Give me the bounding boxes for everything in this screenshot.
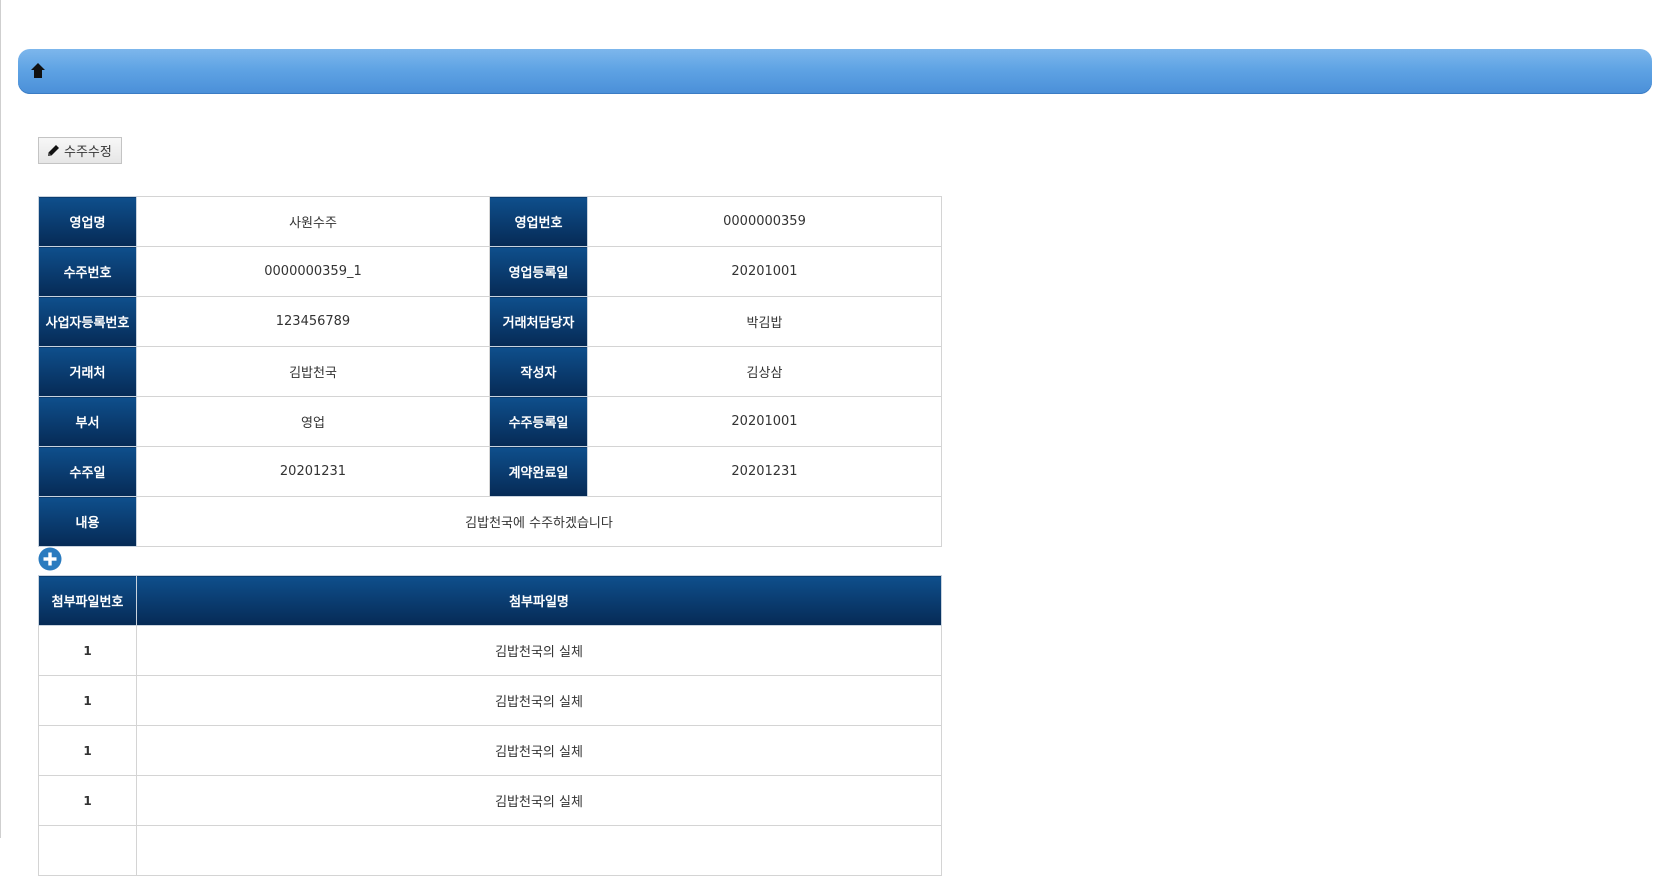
info-label: 영업번호: [489, 196, 588, 247]
info-row: 영업명 사원수주 영업번호 0000000359: [38, 196, 942, 247]
info-label: 수주일: [38, 446, 137, 497]
file-number: 1: [38, 625, 137, 676]
info-row: 수주일 20201231 계약완료일 20201231: [38, 446, 942, 497]
file-name[interactable]: [136, 825, 942, 876]
info-value: 김상삼: [587, 346, 942, 397]
page-left-border: [0, 0, 1, 838]
info-value: 20201001: [587, 396, 942, 447]
info-value: 123456789: [136, 296, 490, 347]
table-row[interactable]: 1 김밥천국의 실체: [38, 725, 942, 776]
edit-order-label: 수주수정: [64, 145, 112, 160]
info-row: 거래처 김밥천국 작성자 김상삼: [38, 346, 942, 397]
top-navigation-bar: [18, 49, 1652, 94]
file-number: 1: [38, 725, 137, 776]
info-label: 사업자등록번호: [38, 296, 137, 347]
pencil-icon: [47, 144, 60, 157]
column-header-file-number: 첨부파일번호: [38, 575, 137, 626]
file-name[interactable]: 김밥천국의 실체: [136, 675, 942, 726]
info-value: 20201231: [136, 446, 490, 497]
info-value: 20201001: [587, 246, 942, 297]
info-label: 부서: [38, 396, 137, 447]
info-label: 작성자: [489, 346, 588, 397]
column-header-file-name: 첨부파일명: [136, 575, 942, 626]
home-icon[interactable]: [30, 62, 46, 80]
info-label: 거래처: [38, 346, 137, 397]
file-number: 1: [38, 675, 137, 726]
order-info-table: 영업명 사원수주 영업번호 0000000359 수주번호 0000000359…: [38, 196, 942, 547]
table-row[interactable]: 1 김밥천국의 실체: [38, 675, 942, 726]
info-value: 0000000359_1: [136, 246, 490, 297]
content-label: 내용: [38, 496, 137, 547]
table-row[interactable]: 1 김밥천국의 실체: [38, 625, 942, 676]
info-value: 영업: [136, 396, 490, 447]
content-value: 김밥천국에 수주하겠습니다: [136, 496, 942, 547]
file-name[interactable]: 김밥천국의 실체: [136, 625, 942, 676]
table-row[interactable]: [38, 825, 942, 876]
info-label: 거래처담당자: [489, 296, 588, 347]
info-row-content: 내용 김밥천국에 수주하겠습니다: [38, 496, 942, 547]
plus-circle-icon[interactable]: [38, 547, 62, 571]
info-value: 0000000359: [587, 196, 942, 247]
file-name[interactable]: 김밥천국의 실체: [136, 775, 942, 826]
file-number: 1: [38, 775, 137, 826]
info-value: 사원수주: [136, 196, 490, 247]
info-label: 수주등록일: [489, 396, 588, 447]
table-row[interactable]: 1 김밥천국의 실체: [38, 775, 942, 826]
info-row: 사업자등록번호 123456789 거래처담당자 박김밥: [38, 296, 942, 347]
info-label: 영업등록일: [489, 246, 588, 297]
file-name[interactable]: 김밥천국의 실체: [136, 725, 942, 776]
info-label: 영업명: [38, 196, 137, 247]
info-label: 계약완료일: [489, 446, 588, 497]
file-number: [38, 825, 137, 876]
info-row: 수주번호 0000000359_1 영업등록일 20201001: [38, 246, 942, 297]
attachment-header-row: 첨부파일번호 첨부파일명: [38, 575, 942, 626]
info-value: 김밥천국: [136, 346, 490, 397]
info-value: 20201231: [587, 446, 942, 497]
edit-order-button[interactable]: 수주수정: [38, 137, 122, 164]
attachment-table: 첨부파일번호 첨부파일명 1 김밥천국의 실체 1 김밥천국의 실체 1 김밥천…: [38, 575, 942, 876]
info-label: 수주번호: [38, 246, 137, 297]
info-row: 부서 영업 수주등록일 20201001: [38, 396, 942, 447]
info-value: 박김밥: [587, 296, 942, 347]
